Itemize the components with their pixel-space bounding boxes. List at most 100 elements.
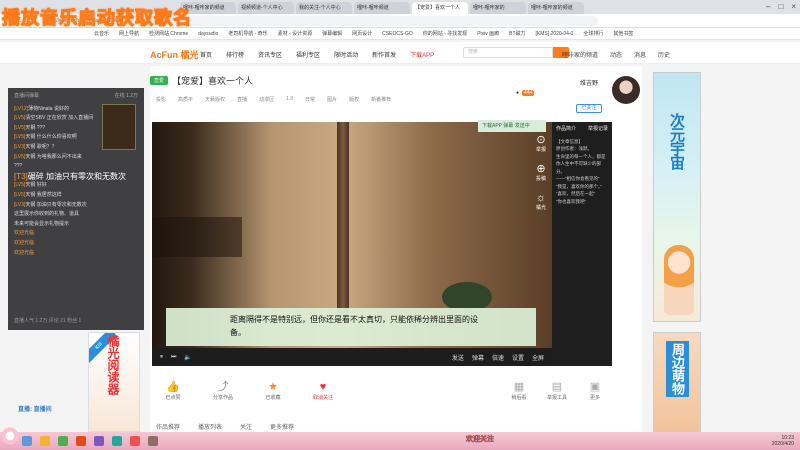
folder-icon[interactable] xyxy=(40,436,50,446)
meta-item[interactable]: 图片 xyxy=(327,96,337,103)
report-action[interactable]: ⊙ 举报 xyxy=(536,134,546,153)
bookmark-item[interactable]: 全球排行 xyxy=(583,30,603,37)
bookmark-item[interactable]: Pixiv 画廊 xyxy=(477,30,499,37)
browser-tab[interactable]: 视频频道-个人中心 xyxy=(238,2,294,14)
avatar[interactable] xyxy=(612,76,640,104)
nav-item-events[interactable]: 限时活动 xyxy=(334,50,358,59)
close-icon[interactable]: × xyxy=(791,2,796,11)
meta-item[interactable]: 投影 xyxy=(156,96,166,103)
category-tag[interactable]: 恋爱 xyxy=(150,76,169,85)
video-player[interactable]: 下载APP 弹幕 发送中 ⊙ 举报 ⊕ 投稿 ☼ 橘光 距离隔得不是特别远，但你还是看… xyxy=(152,120,552,348)
meta-item[interactable]: 1.3 xyxy=(286,96,293,103)
chat-message: ??? xyxy=(14,163,23,170)
bookmark-item[interactable]: 检测网站 Chrome xyxy=(149,30,188,37)
tab-recommend[interactable]: 作品推荐 xyxy=(156,422,180,431)
messages-link[interactable]: 消息 xyxy=(634,50,646,59)
bookmark-item[interactable]: 云音乐 xyxy=(94,30,109,37)
side-ad-banner-2[interactable]: 周边萌物 xyxy=(653,332,701,432)
meta-item[interactable]: 动漫区 xyxy=(259,96,274,103)
nav-item-new[interactable]: 新作首发 xyxy=(372,50,396,59)
meta-item[interactable]: 直播 xyxy=(237,96,247,103)
more-button[interactable]: ▣ 更多 xyxy=(582,380,608,401)
chat-message: 欢迎光临 xyxy=(14,230,35,237)
author-card: 维吉野 已关注 xyxy=(576,76,642,116)
app-icon[interactable] xyxy=(130,436,140,446)
report-tool-button[interactable]: ▤ 举报工具 xyxy=(544,380,570,401)
light-label: 橘光 xyxy=(535,205,546,211)
meta-item[interactable]: 天籁版权 xyxy=(205,96,225,103)
volume-icon[interactable]: 🔈 xyxy=(184,354,191,361)
author-name[interactable]: 维吉野 xyxy=(580,78,598,87)
nav-item-download[interactable]: 下载APP xyxy=(410,50,434,59)
browser-tab[interactable]: 我的关注-个人中心 xyxy=(296,2,352,14)
nav-item-news[interactable]: 资讯专区 xyxy=(258,50,282,59)
tab-more-recommend[interactable]: 更多推荐 xyxy=(270,422,294,431)
upload-action[interactable]: ⊕ 投稿 xyxy=(536,163,546,182)
browser-tab-active[interactable]: 【宠爱】喜欢一个人 xyxy=(412,2,468,14)
browser-tab[interactable]: 哩咔-哩咔家的频道 xyxy=(528,2,584,14)
search-input[interactable]: 搜索 xyxy=(463,47,553,58)
nav-item-welfare[interactable]: 福利专区 xyxy=(296,50,320,59)
tab-description[interactable]: 作品简介 xyxy=(556,126,576,134)
browser-tab[interactable]: 哩咔-哩咔频道 xyxy=(354,2,410,14)
user-channel-link[interactable]: 哩咔家的频道 xyxy=(562,50,598,59)
tab-follow[interactable]: 关注 xyxy=(240,422,252,431)
meta-item[interactable]: 日常 xyxy=(305,96,315,103)
app-icon[interactable] xyxy=(148,436,158,446)
meta-item[interactable]: 高质平 xyxy=(178,96,193,103)
danmaku-toggle[interactable]: 弹幕 xyxy=(472,353,484,362)
upload-label: 投稿 xyxy=(535,176,546,182)
chrome-icon[interactable] xyxy=(58,436,68,446)
history-link[interactable]: 历史 xyxy=(658,50,670,59)
like-button[interactable]: 👍 已点赞 xyxy=(160,380,186,401)
play-icon[interactable]: ⏸ xyxy=(160,354,163,361)
bookmark-item[interactable]: 其他书签 xyxy=(613,30,633,37)
bookmark-item[interactable]: CSEOCS-GO xyxy=(382,31,413,37)
favorite-button[interactable]: ★ 已收藏 xyxy=(260,380,286,401)
bookmark-item[interactable]: BT磁力 xyxy=(509,30,525,37)
light-action[interactable]: ☼ 橘光 xyxy=(536,192,546,211)
unfollow-button[interactable]: ♥ 取消关注 xyxy=(310,380,336,401)
send-danmaku-button[interactable]: 发送 xyxy=(452,353,464,362)
share-button[interactable]: ⤴ 分享作品 xyxy=(210,380,236,401)
tab-reports[interactable]: 举报记录 xyxy=(588,126,608,134)
bookmark-item[interactable]: [KMS] 2020-04-0 xyxy=(536,31,574,37)
bookmark-item[interactable]: 网上导航 xyxy=(119,30,139,37)
settings-button[interactable]: 设置 xyxy=(512,353,524,362)
side-ad-banner[interactable]: 次元宇宙 xyxy=(653,72,701,322)
app-icon[interactable] xyxy=(76,436,86,446)
next-icon[interactable]: ⏭ xyxy=(171,354,176,361)
meta-item[interactable]: 新番推荐 xyxy=(371,96,391,103)
maximize-icon[interactable]: □ xyxy=(778,2,783,11)
gift-image xyxy=(102,104,136,150)
coin-icon[interactable]: ● xyxy=(516,90,519,96)
nav-item-ranking[interactable]: 排行榜 xyxy=(226,50,244,59)
system-tray[interactable]: 10:23 2020/4/20 xyxy=(772,435,794,447)
bookmark-item[interactable]: 你的网站 - 寻找发现 xyxy=(423,30,467,37)
bookmark-item[interactable]: 网页设计 xyxy=(352,30,372,37)
speed-button[interactable]: 倍速 xyxy=(492,353,504,362)
stream-label: 直播: 直播间 xyxy=(18,407,52,413)
bookmark-item[interactable]: daysudio xyxy=(198,31,218,37)
browser-tab[interactable]: 哩咔-哩咔家的 xyxy=(470,2,526,14)
watch-later-button[interactable]: ▦ 稍后看 xyxy=(506,380,532,401)
meta-item[interactable]: 版权 xyxy=(349,96,359,103)
fullscreen-button[interactable]: 全屏 xyxy=(532,353,544,362)
follow-button[interactable]: 已关注 xyxy=(576,104,602,113)
dynamic-link[interactable]: 动态 xyxy=(610,50,622,59)
chat-message: 未来可能会显示礼物提示 xyxy=(14,220,70,227)
player-top-banner[interactable]: 下载APP 弹幕 发送中 xyxy=(478,120,546,132)
app-icon[interactable] xyxy=(112,436,122,446)
nav-item-home[interactable]: 首页 xyxy=(200,50,212,59)
app-icon[interactable] xyxy=(94,436,104,446)
bookmark-item[interactable]: 素材 - 设计资源 xyxy=(278,30,312,37)
site-logo[interactable]: AcFun 橘光 xyxy=(150,48,199,61)
unfollow-label: 取消关注 xyxy=(312,395,333,401)
tab-playlist[interactable]: 播放列表 xyxy=(198,422,222,431)
bookmark-item[interactable]: 老司机导航 - 奇乐 xyxy=(228,30,267,37)
coin-badge: 444 xyxy=(522,90,535,96)
bookmark-item[interactable]: 弹幕编辑 xyxy=(322,30,342,37)
reader-ad[interactable]: ios 橘光阅读器 xyxy=(88,332,140,432)
minimize-icon[interactable]: – xyxy=(766,2,770,11)
start-icon[interactable] xyxy=(22,436,32,446)
